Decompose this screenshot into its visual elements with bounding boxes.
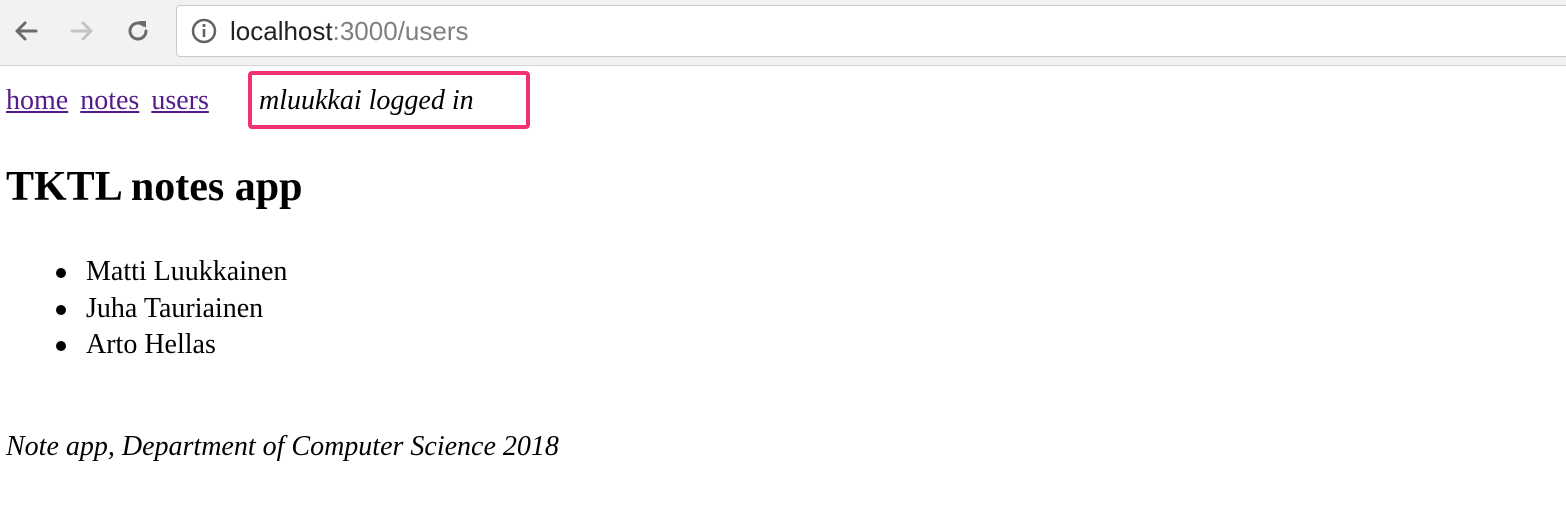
user-list: Matti Luukkainen Juha Tauriainen Arto He… [55,254,287,364]
arrow-left-icon [15,21,38,41]
nav-link-home[interactable]: home [6,85,68,116]
nav-links: home notes users [6,84,221,118]
arrow-right-icon [70,21,93,41]
forward-button[interactable] [64,13,100,49]
nav-link-users[interactable]: users [151,85,209,116]
info-icon[interactable] [190,17,218,45]
page-content: home notes users mluukkai logged in TKTL n… [0,66,1566,518]
reload-icon [128,21,148,41]
reload-button[interactable] [120,13,156,49]
url-host: localhost [230,15,333,46]
url-path: :3000/users [332,15,469,46]
list-item: Arto Hellas [55,327,287,364]
page-title: TKTL notes app [6,164,303,210]
browser-toolbar: localhost:3000/users [0,0,1566,66]
list-item: Juha Tauriainen [55,291,287,328]
address-bar[interactable]: localhost:3000/users [176,5,1566,57]
footer: Note app, Department of Computer Science… [6,431,559,462]
list-item: Matti Luukkainen [55,254,287,291]
back-button[interactable] [8,13,44,49]
logged-in-status: mluukkai logged in [259,85,474,116]
url-text: localhost:3000/users [230,16,469,47]
nav-link-notes[interactable]: notes [80,85,139,116]
